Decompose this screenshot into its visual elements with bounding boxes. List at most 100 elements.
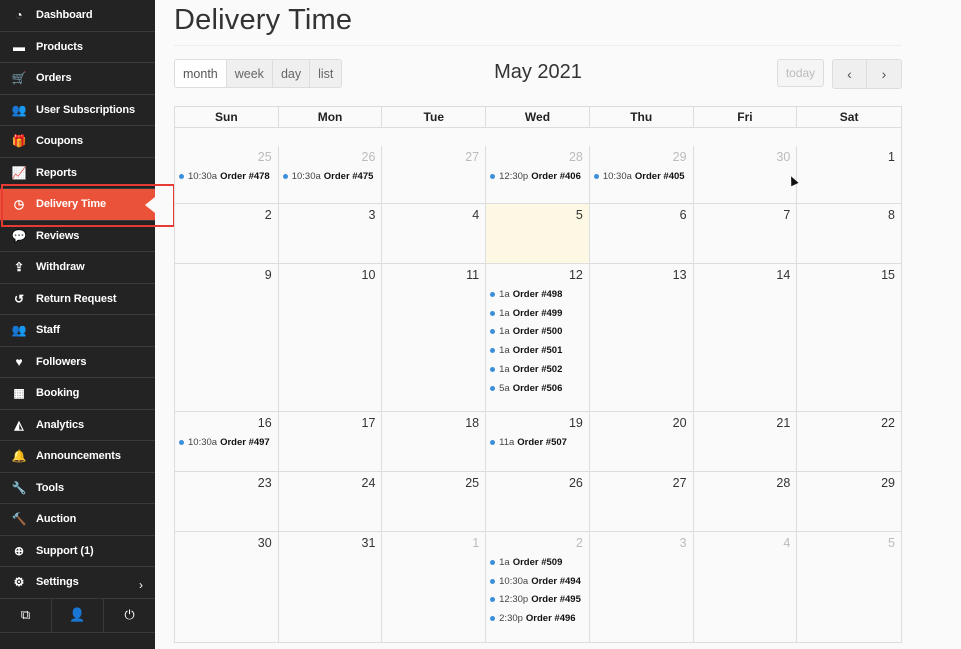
sidebar-item-coupons[interactable]: 🎁 Coupons [0, 126, 155, 158]
day-number[interactable]: 27 [594, 476, 687, 493]
day-cell[interactable]: 26 [486, 472, 590, 531]
sidebar-item-tools[interactable]: 🔧 Tools [0, 473, 155, 504]
day-cell[interactable]: 29 10:30a Order #405 [590, 146, 694, 203]
day-number[interactable]: 1 [801, 150, 895, 167]
external-link-button[interactable]: ⧉ [0, 598, 52, 632]
day-number[interactable]: 28 [490, 150, 583, 167]
calendar-event[interactable]: 12:30p Order #406 [490, 167, 583, 186]
calendar-event[interactable]: 2:30p Order #496 [490, 609, 583, 628]
sidebar-item-orders[interactable]: 🛒 Orders [0, 63, 155, 95]
sidebar-item-reviews[interactable]: 💬 Reviews [0, 221, 155, 252]
sidebar-item-reports[interactable]: 📈 Reports [0, 158, 155, 189]
day-cell[interactable]: 30 [694, 146, 798, 203]
user-button[interactable]: 👤 [52, 598, 104, 632]
calendar-event[interactable]: 1a Order #509 [490, 553, 583, 572]
day-cell[interactable]: 28 12:30p Order #406 [486, 146, 590, 203]
calendar-event[interactable]: 5a Order #506 [490, 379, 583, 398]
day-cell[interactable]: 17 [279, 412, 383, 471]
day-number[interactable]: 23 [179, 476, 272, 493]
day-cell[interactable]: 29 [797, 472, 901, 531]
day-cell[interactable]: 5 [486, 204, 590, 263]
day-number[interactable]: 22 [801, 416, 895, 433]
sidebar-item-dashboard[interactable]: ◔ Dashboard [0, 0, 155, 32]
day-number[interactable]: 30 [179, 536, 272, 553]
day-cell[interactable]: 6 [590, 204, 694, 263]
day-cell[interactable]: 9 [175, 264, 279, 411]
day-cell[interactable]: 10 [279, 264, 383, 411]
day-cell[interactable]: 5 [797, 532, 901, 642]
calendar-event[interactable]: 1a Order #501 [490, 341, 583, 360]
day-number[interactable]: 2 [490, 536, 583, 553]
sidebar-item-followers[interactable]: ♥ Followers [0, 347, 155, 378]
day-number[interactable]: 7 [698, 208, 790, 225]
day-number[interactable]: 10 [283, 268, 376, 285]
sidebar-item-announcements[interactable]: 🔔 Announcements [0, 441, 155, 473]
day-cell[interactable]: 23 [175, 472, 279, 531]
calendar-event[interactable]: 1a Order #500 [490, 323, 583, 342]
day-number[interactable]: 6 [594, 208, 687, 225]
day-number[interactable]: 12 [490, 268, 583, 285]
day-cell[interactable]: 1 [797, 146, 901, 203]
day-number[interactable]: 1 [386, 536, 479, 553]
day-cell[interactable]: 19 11a Order #507 [486, 412, 590, 471]
day-cell[interactable]: 28 [694, 472, 798, 531]
day-cell[interactable]: 20 [590, 412, 694, 471]
day-number[interactable]: 21 [698, 416, 790, 433]
day-number[interactable]: 25 [179, 150, 272, 167]
day-cell[interactable]: 27 [590, 472, 694, 531]
day-number[interactable]: 26 [283, 150, 376, 167]
day-number[interactable]: 8 [801, 208, 895, 225]
power-button[interactable]: ⏻ [104, 599, 155, 632]
day-cell[interactable]: 16 10:30a Order #497 [175, 412, 279, 471]
day-number[interactable]: 2 [179, 208, 272, 225]
day-number[interactable]: 27 [386, 150, 479, 167]
day-number[interactable]: 3 [283, 208, 375, 225]
sidebar-item-staff[interactable]: 👥 Staff [0, 315, 155, 347]
sidebar-item-products[interactable]: ▬ Products [0, 32, 155, 63]
day-number[interactable]: 29 [594, 150, 687, 167]
day-cell[interactable]: 27 [382, 146, 487, 203]
day-number[interactable]: 5 [801, 536, 895, 553]
day-cell[interactable]: 12 1a Order #498 1a Order #499 1a Order #500 1a… [486, 264, 590, 411]
day-cell[interactable]: 2 1a Order #509 10:30a Order #494 12:30p Order… [486, 532, 590, 642]
day-number[interactable]: 4 [386, 208, 479, 225]
day-number[interactable]: 28 [698, 476, 790, 493]
calendar-event[interactable]: 10:30a Order #475 [282, 167, 376, 186]
day-cell[interactable]: 25 10:30a Order #478 [175, 146, 279, 203]
sidebar-item-withdraw[interactable]: ⇪ Withdraw [0, 252, 155, 284]
calendar-event[interactable]: 10:30a Order #497 [179, 433, 272, 452]
day-number[interactable]: 5 [490, 208, 583, 225]
day-cell[interactable]: 24 [279, 472, 383, 531]
day-cell[interactable]: 7 [694, 204, 798, 263]
calendar-event[interactable]: 10:30a Order #494 [490, 572, 583, 591]
day-number[interactable]: 25 [386, 476, 479, 493]
calendar-event[interactable]: 1a Order #498 [490, 285, 583, 304]
sidebar-item-booking[interactable]: ▦ Booking [0, 378, 155, 410]
day-number[interactable]: 16 [179, 416, 272, 433]
day-number[interactable]: 30 [698, 150, 790, 167]
day-number[interactable]: 18 [386, 416, 479, 433]
day-number[interactable]: 17 [283, 416, 376, 433]
day-cell[interactable]: 22 [797, 412, 901, 471]
sidebar-item-analytics[interactable]: ◭ Analytics [0, 410, 155, 441]
day-cell[interactable]: 31 [279, 532, 383, 642]
day-cell[interactable]: 11 [382, 264, 487, 411]
day-number[interactable]: 26 [490, 476, 583, 493]
day-number[interactable]: 11 [386, 268, 479, 285]
day-number[interactable]: 29 [801, 476, 895, 493]
day-number[interactable]: 20 [594, 416, 687, 433]
calendar-event[interactable]: 10:30a Order #478 [179, 167, 272, 186]
day-cell[interactable]: 14 [694, 264, 798, 411]
day-cell[interactable]: 3 [590, 532, 694, 642]
day-number[interactable]: 19 [490, 416, 583, 433]
day-number[interactable]: 31 [283, 536, 376, 553]
sidebar-item-support-1[interactable]: ⊕ Support (1) [0, 536, 155, 567]
day-cell[interactable]: 26 10:30a Order #475 [279, 146, 383, 203]
day-cell[interactable]: 4 [694, 532, 798, 642]
prev-month-button[interactable]: ‹ [833, 60, 867, 88]
day-number[interactable]: 24 [283, 476, 376, 493]
day-cell[interactable]: 2 [175, 204, 279, 263]
day-cell[interactable]: 1 [382, 532, 487, 642]
day-number[interactable]: 13 [594, 268, 687, 285]
day-cell[interactable]: 3 [279, 204, 383, 263]
